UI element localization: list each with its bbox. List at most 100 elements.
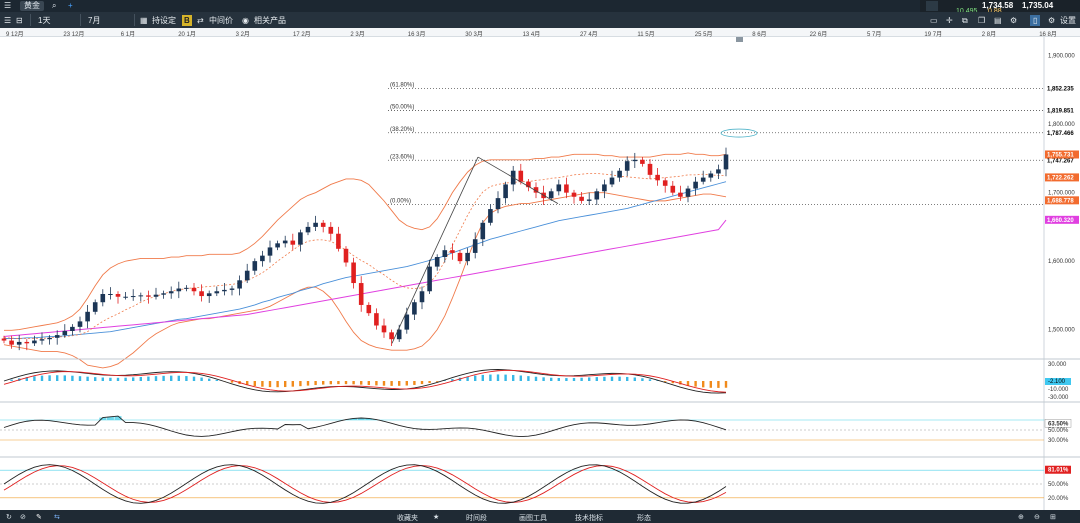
candle-bull[interactable] — [708, 173, 714, 178]
candle-bull[interactable] — [260, 255, 265, 262]
instrument-tab[interactable]: 黄金 — [20, 1, 44, 11]
candle-bull[interactable] — [716, 169, 721, 174]
pencil-icon[interactable]: ✎ — [36, 513, 42, 521]
candle-bear[interactable] — [351, 262, 356, 284]
candle-bull[interactable] — [206, 293, 212, 297]
candle-bull[interactable] — [412, 302, 417, 315]
candle-bull[interactable] — [723, 154, 729, 170]
candle-bull[interactable] — [298, 232, 303, 245]
candle-bear[interactable] — [336, 233, 341, 249]
candle-bull[interactable] — [693, 181, 698, 189]
candle-bear[interactable] — [358, 283, 364, 305]
star-icon[interactable]: ★ — [433, 513, 439, 521]
candle-bull[interactable] — [153, 294, 159, 297]
zoom-out-icon[interactable]: ⊖ — [1034, 513, 1040, 521]
candle-bull[interactable] — [594, 191, 600, 200]
candle-bull[interactable] — [465, 252, 470, 262]
candle-bull[interactable] — [503, 184, 508, 199]
candle-bear[interactable] — [389, 332, 394, 340]
refresh-icon[interactable]: ↻ — [6, 513, 12, 521]
candle-bear[interactable] — [579, 196, 584, 201]
chart-type-icon[interactable]: ⊟ — [16, 15, 23, 26]
settings-gear-icon[interactable]: ⚙ — [1048, 15, 1055, 26]
candle-bull[interactable] — [632, 159, 638, 162]
candle-bear[interactable] — [24, 341, 30, 344]
candle-bull[interactable] — [244, 270, 250, 281]
candle-bear[interactable] — [9, 340, 14, 345]
candle-bull[interactable] — [32, 340, 37, 344]
candle-bull[interactable] — [92, 302, 98, 312]
candle-bear[interactable] — [640, 159, 645, 164]
candle-bear[interactable] — [662, 180, 668, 186]
candle-bull[interactable] — [39, 339, 45, 341]
candle-bear[interactable] — [571, 192, 577, 197]
candle-bear[interactable] — [146, 295, 151, 297]
candle-bull[interactable] — [70, 326, 75, 331]
candle-bull[interactable] — [434, 257, 440, 267]
candle-bear[interactable] — [518, 170, 524, 182]
candle-bull[interactable] — [556, 184, 562, 192]
candle-bull[interactable] — [313, 222, 318, 227]
hamburger-menu-icon[interactable]: ☰ — [4, 1, 11, 11]
zoom-icon[interactable]: ⊕ — [1018, 513, 1024, 521]
candle-bull[interactable] — [617, 170, 622, 178]
candle-bear[interactable] — [374, 313, 379, 326]
compare-icon[interactable]: ⇄ — [197, 15, 204, 26]
candle-bear[interactable] — [450, 250, 455, 253]
candle-bear[interactable] — [199, 291, 204, 297]
candle-bull[interactable] — [419, 291, 425, 303]
candle-bull[interactable] — [229, 288, 235, 290]
candle-bull[interactable] — [609, 177, 615, 185]
candle-bull[interactable] — [442, 250, 448, 258]
candle-bull[interactable] — [700, 177, 706, 182]
candle-bull[interactable] — [54, 335, 60, 338]
tools-icon[interactable]: ⚙ — [1010, 15, 1017, 26]
candle-bull[interactable] — [427, 266, 432, 292]
patterns-button[interactable]: 形态 — [637, 513, 651, 523]
candle-bull[interactable] — [275, 243, 280, 248]
duplicate-icon[interactable]: ❐ — [978, 15, 985, 26]
maximize-icon[interactable]: ▭ — [930, 15, 938, 26]
candle-bull[interactable] — [130, 296, 136, 298]
candle-bull[interactable] — [548, 191, 554, 199]
candle-bear[interactable] — [655, 174, 660, 181]
trend-line[interactable] — [391, 156, 479, 344]
candle-bear[interactable] — [328, 226, 334, 234]
magnet-icon[interactable]: ⇆ — [54, 513, 60, 521]
favorites-button[interactable]: 收藏夹 — [397, 513, 418, 523]
candle-bull[interactable] — [214, 291, 220, 294]
ask-price[interactable]: 1,735.04 — [1022, 1, 1053, 10]
middle-price-button[interactable]: 中间价 — [209, 15, 233, 26]
candle-bear[interactable] — [191, 287, 197, 292]
candle-bull[interactable] — [586, 199, 592, 201]
candle-bull[interactable] — [100, 294, 106, 303]
candle-bull[interactable] — [282, 240, 288, 244]
candle-bear[interactable] — [564, 184, 569, 193]
candle-bull[interactable] — [16, 341, 22, 345]
candle-bull[interactable] — [267, 247, 273, 256]
candle-bull[interactable] — [305, 226, 311, 233]
related-products-button[interactable]: 相关产品 — [254, 15, 286, 26]
layout-icon[interactable]: ▤ — [994, 15, 1002, 26]
fit-icon[interactable]: ⊞ — [1050, 513, 1056, 521]
candle-bull[interactable] — [62, 330, 68, 336]
price-chart[interactable]: 1,900.000 1,800.000 1,700.000 1,600.000 1,50… — [0, 37, 1080, 510]
candle-bear[interactable] — [647, 163, 653, 175]
candle-bull[interactable] — [222, 289, 227, 292]
window-icon[interactable] — [926, 1, 938, 11]
candle-bull[interactable] — [252, 261, 258, 271]
drawing-tools-button[interactable]: 画图工具 — [519, 513, 547, 523]
search-icon[interactable]: ⌕ — [52, 1, 56, 11]
trend-line[interactable] — [477, 156, 559, 204]
cursor-icon[interactable]: ▯ — [1030, 15, 1041, 26]
candle-bull[interactable] — [176, 288, 182, 292]
candle-bear[interactable] — [678, 192, 683, 197]
candle-bear[interactable] — [670, 185, 676, 193]
candle-bear[interactable] — [290, 240, 296, 245]
interval-select[interactable]: 1天 — [38, 15, 50, 26]
candle-bull[interactable] — [108, 294, 113, 295]
settings-button[interactable]: 设置 — [1060, 15, 1076, 26]
candle-bull[interactable] — [138, 295, 144, 297]
candle-bull[interactable] — [161, 293, 166, 295]
badge-b[interactable]: B — [182, 15, 192, 26]
